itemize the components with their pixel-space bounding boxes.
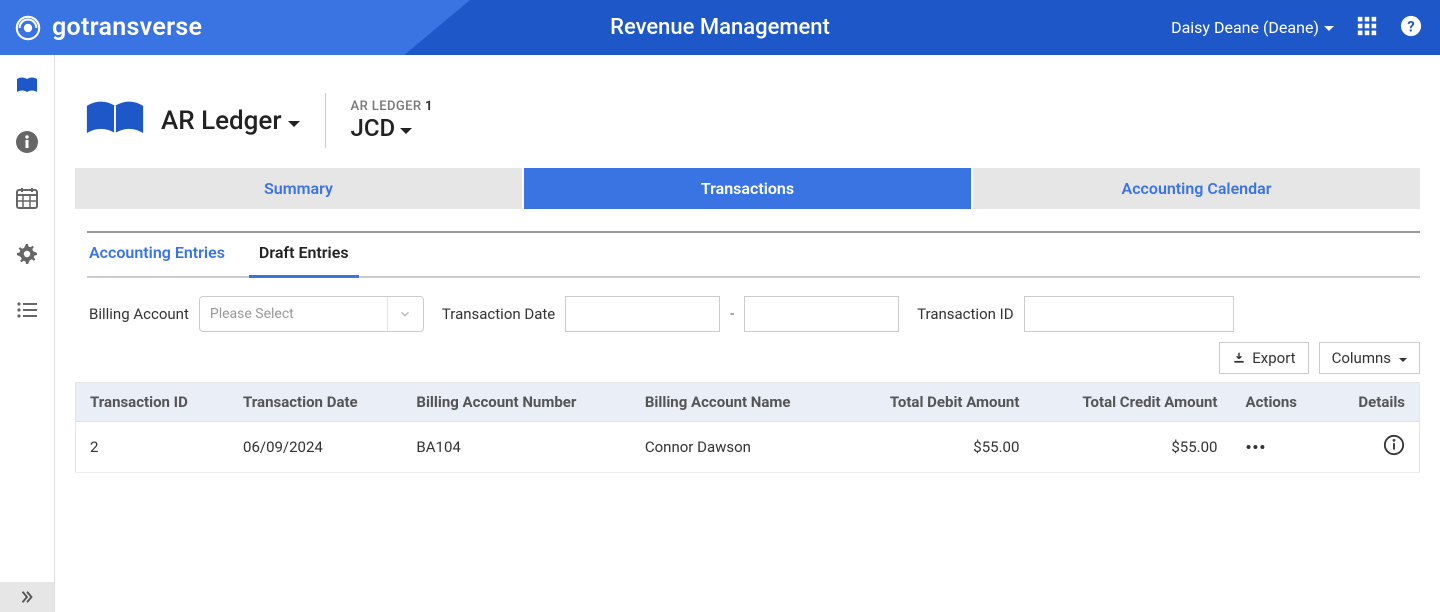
columns-label: Columns — [1332, 349, 1391, 367]
col-billing-account-number[interactable]: Billing Account Number — [402, 383, 630, 422]
nav-calendar-icon[interactable] — [14, 185, 40, 211]
brand-name: gotransverse — [52, 13, 202, 42]
tab-accounting-calendar[interactable]: Accounting Calendar — [973, 168, 1420, 209]
export-button[interactable]: Export — [1219, 342, 1308, 374]
ledger-section-dropdown[interactable]: AR Ledger — [161, 106, 300, 136]
nav-settings-icon[interactable] — [14, 241, 40, 267]
divider — [325, 93, 326, 148]
ledger-section-label: AR Ledger — [161, 106, 282, 136]
transaction-date-from-input[interactable] — [565, 296, 720, 332]
billing-account-label: Billing Account — [89, 305, 189, 323]
col-transaction-id[interactable]: Transaction ID — [76, 383, 230, 422]
download-icon — [1232, 351, 1246, 365]
subtab-accounting-entries[interactable]: Accounting Entries — [87, 231, 227, 276]
row-actions-menu[interactable]: ••• — [1245, 438, 1266, 457]
billing-account-placeholder: Please Select — [210, 306, 294, 322]
brand-logo-icon — [14, 14, 42, 42]
page-title: Revenue Management — [610, 15, 830, 40]
transaction-id-input[interactable] — [1024, 296, 1234, 332]
chevron-down-icon — [387, 297, 423, 331]
col-billing-account-name[interactable]: Billing Account Name — [631, 383, 842, 422]
export-label: Export — [1252, 349, 1295, 367]
ledger-book-icon — [85, 98, 145, 144]
cell-ban: BA104 — [402, 422, 630, 473]
col-total-debit[interactable]: Total Debit Amount — [842, 383, 1033, 422]
subtab-draft-entries[interactable]: Draft Entries — [257, 231, 351, 276]
cell-baname: Connor Dawson — [631, 422, 842, 473]
apps-grid-icon[interactable] — [1356, 15, 1378, 41]
user-name: Daisy Deane (Deane) — [1171, 18, 1319, 37]
table-row: 2 06/09/2024 BA104 Connor Dawson $55.00 … — [76, 422, 1420, 473]
user-menu[interactable]: Daisy Deane (Deane) — [1171, 18, 1334, 37]
nav-list-icon[interactable] — [14, 297, 40, 323]
col-actions: Actions — [1231, 383, 1328, 422]
nav-info-icon[interactable] — [14, 129, 40, 155]
svg-text:?: ? — [1407, 17, 1414, 35]
help-icon[interactable]: ? — [1400, 15, 1422, 41]
caret-down-icon — [400, 114, 412, 142]
ledger-eyebrow: AR LEDGER 1 — [351, 99, 433, 114]
col-details: Details — [1328, 383, 1419, 422]
transaction-date-label: Transaction Date — [442, 305, 555, 323]
row-details-button[interactable] — [1383, 442, 1405, 460]
caret-down-icon — [1324, 18, 1334, 37]
caret-down-icon — [288, 106, 300, 136]
cell-txid: 2 — [76, 422, 230, 473]
rail-expand-button[interactable] — [0, 582, 54, 612]
ledger-name: JCD — [351, 114, 396, 142]
tab-summary[interactable]: Summary — [75, 168, 524, 209]
col-total-credit[interactable]: Total Credit Amount — [1033, 383, 1231, 422]
nav-ledger-icon[interactable] — [14, 73, 40, 99]
columns-button[interactable]: Columns — [1319, 342, 1420, 374]
date-range-dash: - — [730, 306, 734, 322]
tab-transactions[interactable]: Transactions — [524, 168, 973, 209]
col-transaction-date[interactable]: Transaction Date — [229, 383, 402, 422]
caret-down-icon — [1397, 349, 1407, 367]
ledger-name-dropdown[interactable]: JCD — [351, 114, 433, 142]
cell-debit: $55.00 — [842, 422, 1033, 473]
cell-txdate: 06/09/2024 — [229, 422, 402, 473]
cell-credit: $55.00 — [1033, 422, 1231, 473]
transaction-date-to-input[interactable] — [744, 296, 899, 332]
transaction-id-label: Transaction ID — [917, 305, 1013, 323]
billing-account-select[interactable]: Please Select — [199, 296, 424, 332]
